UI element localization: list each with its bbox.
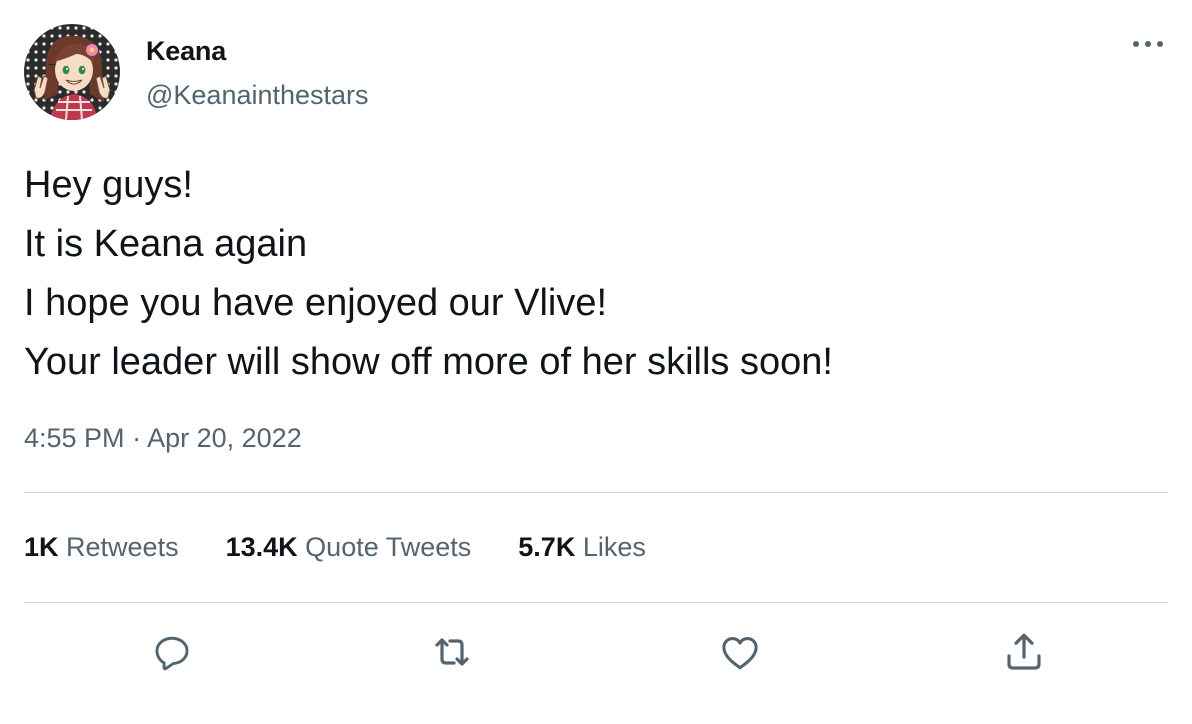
engagement-stats: 1K Retweets 13.4K Quote Tweets 5.7K Like…	[24, 532, 693, 563]
tweet-text-line: Your leader will show off more of her sk…	[24, 341, 833, 383]
tweet-detail: Keana @Keanainthestars Hey guys! It is K…	[0, 0, 1192, 724]
tweet-date: Apr 20, 2022	[147, 423, 302, 453]
tweet-text-line: Hey guys!	[24, 164, 193, 206]
author-display-name[interactable]: Keana	[146, 36, 226, 67]
share-button[interactable]	[1000, 628, 1048, 676]
more-dots-icon	[1133, 41, 1163, 47]
timestamp-separator: ·	[132, 423, 142, 453]
likes-label: Likes	[582, 532, 646, 562]
retweet-icon	[435, 638, 469, 666]
tweet-text-line: It is Keana again	[24, 223, 308, 265]
divider	[24, 492, 1168, 493]
tweet-time: 4:55 PM	[24, 423, 125, 453]
like-button[interactable]	[716, 628, 764, 676]
share-icon	[1007, 633, 1041, 670]
likes-stat[interactable]: 5.7K Likes	[518, 532, 646, 563]
tweet-timestamp[interactable]: 4:55 PM · Apr 20, 2022	[24, 423, 302, 454]
divider	[24, 602, 1168, 603]
avatar[interactable]	[24, 24, 120, 120]
like-icon	[722, 637, 758, 670]
retweet-button[interactable]	[428, 628, 476, 676]
tweet-text-line: I hope you have enjoyed our Vlive!	[24, 282, 608, 324]
quote-tweets-stat[interactable]: 13.4K Quote Tweets	[226, 532, 472, 563]
more-options-button[interactable]	[1128, 30, 1168, 58]
reply-icon	[155, 636, 189, 671]
retweets-label: Retweets	[66, 532, 179, 562]
quote-tweets-count: 13.4K	[225, 532, 298, 562]
likes-count: 5.7K	[518, 532, 576, 562]
retweets-stat[interactable]: 1K Retweets	[24, 532, 179, 563]
quote-tweets-label: Quote Tweets	[305, 532, 472, 562]
avatar-illustration-icon	[24, 24, 120, 120]
retweets-count: 1K	[24, 532, 59, 562]
tweet-text: Hey guys! It is Keana again I hope you h…	[24, 156, 833, 392]
author-handle[interactable]: @Keanainthestars	[146, 80, 369, 111]
reply-button[interactable]	[148, 628, 196, 676]
